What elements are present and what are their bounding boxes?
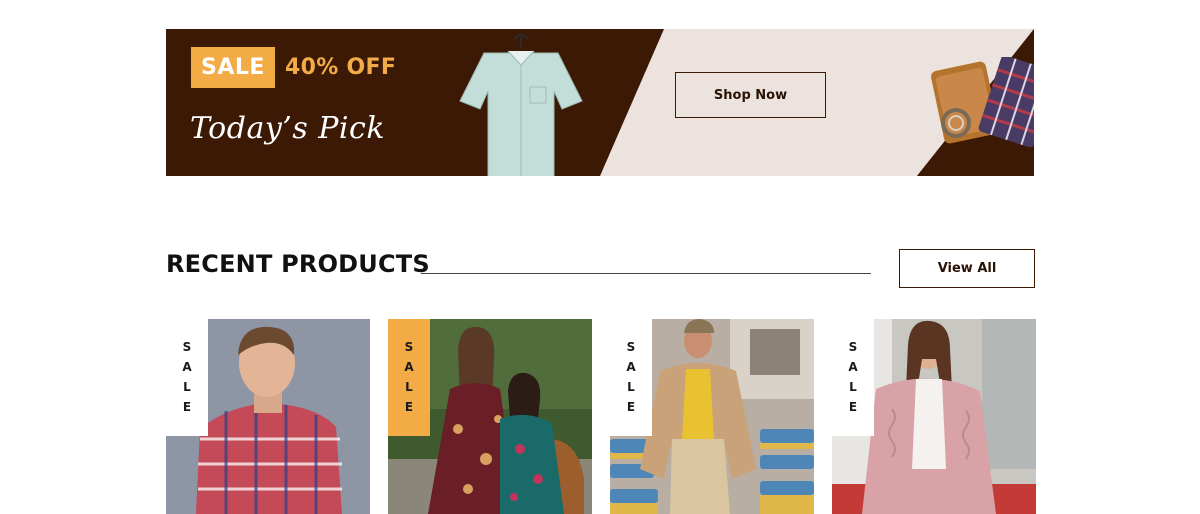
section-title: RECENT PRODUCTS xyxy=(166,250,430,278)
promo-banner: SALE 40% OFF Today’s Pick Shop Now xyxy=(166,29,1034,176)
section-divider xyxy=(421,273,871,274)
sale-tag-letter: S xyxy=(848,340,858,354)
sale-tag: S A L E xyxy=(832,319,874,436)
sale-tag-letter: S xyxy=(626,340,636,354)
sale-tag-letter: E xyxy=(626,400,636,414)
clothing-stack-image xyxy=(931,57,1034,147)
sale-tag-letter: L xyxy=(405,380,413,394)
sale-tag-letter: A xyxy=(404,360,414,374)
sale-tag-letter: A xyxy=(626,360,636,374)
view-all-button[interactable]: View All xyxy=(899,249,1035,288)
sale-tag-letter: S xyxy=(404,340,414,354)
sale-tag-letter: L xyxy=(627,380,635,394)
sale-tag-letter: A xyxy=(182,360,192,374)
product-card[interactable]: S A L E xyxy=(388,319,592,514)
product-card[interactable]: S A L E xyxy=(832,319,1036,514)
discount-text: 40% OFF xyxy=(285,55,397,80)
sale-tag: S A L E xyxy=(610,319,652,436)
sale-tag-letter: S xyxy=(182,340,192,354)
sale-tag-letter: E xyxy=(848,400,858,414)
sale-tag: S A L E xyxy=(166,319,208,436)
shop-now-button[interactable]: Shop Now xyxy=(675,72,826,118)
sale-badge: SALE xyxy=(191,47,275,88)
shirt-image xyxy=(459,34,583,176)
sale-tag-letter: L xyxy=(183,380,191,394)
product-card[interactable]: S A L E xyxy=(610,319,814,514)
sale-tag-letter: E xyxy=(182,400,192,414)
sale-tag: S A L E xyxy=(388,319,430,436)
sale-tag-letter: A xyxy=(848,360,858,374)
banner-tagline: Today’s Pick xyxy=(190,111,386,146)
sale-tag-letter: L xyxy=(849,380,857,394)
product-card[interactable]: S A L E xyxy=(166,319,370,514)
sale-tag-letter: E xyxy=(404,400,414,414)
